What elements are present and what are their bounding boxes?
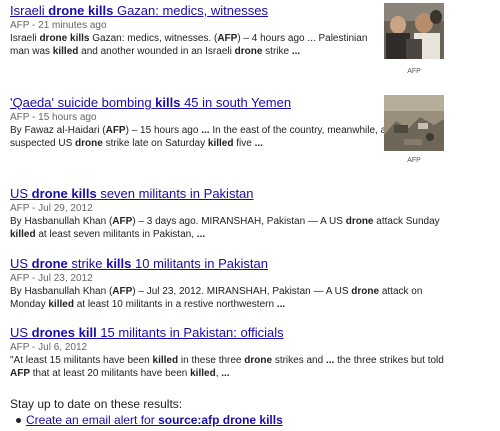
title-text: Gazan: medics, witnesses xyxy=(113,3,268,18)
email-alert-row: Create an email alert for source:afp dro… xyxy=(16,413,283,427)
result-4: US drone strike kills 10 militants in Pa… xyxy=(10,256,422,311)
title-text: Israeli xyxy=(10,3,49,18)
news-results-page: Israeli drone kills Gazan: medics, witne… xyxy=(0,0,500,431)
result-4-title[interactable]: US drone strike kills 10 militants in Pa… xyxy=(10,256,422,271)
result-1-thumbnail-caption: AFP xyxy=(407,68,421,75)
result-1-snippet-line-2: man was killed and another wounded in an… xyxy=(10,46,301,57)
result-5-meta: AFP - Jul 6, 2012 xyxy=(10,342,88,353)
title-keyword: drone xyxy=(48,3,85,18)
result-2-title[interactable]: 'Qaeda' suicide bombing kills 45 in sout… xyxy=(10,95,386,110)
result-4-snippet-line-2: Monday killed at least 10 militants in a… xyxy=(10,299,286,310)
result-1-snippet-line-1: Israeli drone kills Gazan: medics, witne… xyxy=(10,33,368,44)
result-1-title[interactable]: Israeli drone kills Gazan: medics, witne… xyxy=(10,3,367,18)
result-1: Israeli drone kills Gazan: medics, witne… xyxy=(10,3,367,58)
result-1-meta: AFP - 21 minutes ago xyxy=(10,20,107,31)
result-5-snippet-line-2: AFP that at least 20 militants have been… xyxy=(10,368,230,379)
rubble-photo-image xyxy=(384,95,444,151)
create-email-alert-link[interactable]: Create an email alert for source:afp dro… xyxy=(26,413,283,427)
result-3-snippet-line-2: killed at least seven militants in Pakis… xyxy=(10,229,206,240)
result-3-title[interactable]: US drone kills seven militants in Pakist… xyxy=(10,186,440,201)
result-3-meta: AFP - Jul 29, 2012 xyxy=(10,203,93,214)
result-2: 'Qaeda' suicide bombing kills 45 in sout… xyxy=(10,95,386,150)
result-5-snippet-line-1: "At least 15 militants have been killed … xyxy=(10,355,444,366)
result-2-thumbnail[interactable] xyxy=(384,95,444,151)
result-4-meta: AFP - Jul 23, 2012 xyxy=(10,273,93,284)
title-keyword: kills xyxy=(88,3,114,18)
result-3-snippet-line-1: By Hasbanullah Khan (AFP) – 3 days ago. … xyxy=(10,216,440,227)
result-4-snippet-line-1: By Hasbanullah Khan (AFP) – Jul 23, 2012… xyxy=(10,286,423,297)
result-2-snippet-line-2: suspected US drone strike late on Saturd… xyxy=(10,138,263,149)
result-5: US drones kill 15 militants in Pakistan:… xyxy=(10,325,444,380)
bullet-icon xyxy=(16,418,21,424)
crowd-photo-image xyxy=(384,3,444,59)
result-2-meta: AFP - 15 hours ago xyxy=(10,112,97,123)
result-2-thumbnail-caption: AFP xyxy=(407,157,421,164)
result-5-title[interactable]: US drones kill 15 militants in Pakistan:… xyxy=(10,325,444,340)
result-2-snippet-line-1: By Fawaz al-Haidari (AFP) – 15 hours ago… xyxy=(10,125,387,136)
alert-prompt-text: Stay up to date on these results: xyxy=(10,397,183,411)
result-3: US drone kills seven militants in Pakist… xyxy=(10,186,440,241)
result-1-thumbnail[interactable] xyxy=(384,3,444,59)
